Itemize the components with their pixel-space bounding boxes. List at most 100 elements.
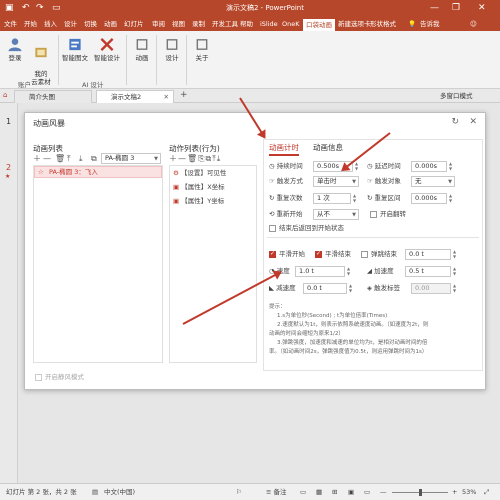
tab-presentation2[interactable]: 演示文稿2 ✕	[96, 90, 174, 103]
menu-home[interactable]: 开始	[24, 19, 37, 29]
accessibility-icon[interactable]: ⚐	[236, 484, 242, 500]
menu-record[interactable]: 录制	[192, 19, 205, 29]
restore-button[interactable]: ❐	[452, 1, 460, 15]
zoom-level[interactable]: 53%	[462, 484, 476, 500]
slide-number-2[interactable]: 2	[6, 163, 11, 172]
smart-graphic-button[interactable]: 智能图文	[60, 37, 90, 62]
present-icon[interactable]: ▭	[52, 2, 61, 14]
menu-view[interactable]: 视图	[172, 19, 185, 29]
share-icon[interactable]: ☺	[470, 19, 477, 29]
menu-transitions[interactable]: 切换	[84, 19, 97, 29]
language-status[interactable]: 中文(中国)	[104, 484, 135, 500]
menu-new-tab[interactable]: 新建选项卡	[338, 19, 371, 29]
about-button[interactable]: 关于	[190, 37, 214, 62]
action-toolbar[interactable]: ＋—🗑⎘⧉⤒⤓	[169, 154, 221, 163]
bounce-checkbox[interactable]	[361, 251, 368, 258]
menu-insert[interactable]: 插入	[44, 19, 57, 29]
tab-intro-header[interactable]: 简介头图	[14, 90, 92, 103]
accel-input[interactable]: 0.5 t	[405, 266, 451, 277]
menu-design[interactable]: 设计	[64, 19, 77, 29]
menu-help[interactable]: 帮助	[240, 19, 253, 29]
smooth-start-checkbox[interactable]	[269, 250, 276, 258]
spellcheck-icon[interactable]: ▤	[92, 484, 98, 500]
reading-view-icon[interactable]: ▣	[348, 484, 354, 500]
new-tab-button[interactable]: +	[180, 89, 188, 102]
slide-sorter-icon[interactable]: ⊞	[332, 484, 337, 500]
decel-spinner[interactable]: ▲ ▼	[347, 283, 354, 294]
zoom-in-icon[interactable]: +	[452, 484, 457, 500]
trigger-object-select[interactable]: 无 ▼	[411, 176, 455, 187]
zoom-slider-thumb[interactable]	[419, 489, 422, 496]
trigger-bookmark-input[interactable]: 0.00	[411, 283, 451, 294]
restart-select[interactable]: 从不 ▼	[313, 209, 359, 220]
speed-spinner[interactable]: ▲ ▼	[345, 266, 352, 277]
autoreverse-checkbox[interactable]	[370, 211, 377, 218]
slide-number-1[interactable]: 1	[6, 117, 11, 126]
anim-move-up-icon[interactable]: ⤒	[67, 154, 71, 163]
normal-view-icon[interactable]: ▦	[316, 484, 322, 500]
anim-move-down-icon[interactable]: ⤓	[79, 154, 83, 163]
save-icon[interactable]: ▣	[5, 2, 14, 14]
silent-mode-checkbox[interactable]	[35, 374, 42, 381]
zoom-out-icon[interactable]: —	[380, 484, 387, 500]
anim-copy-icon[interactable]: ⧉	[91, 154, 97, 163]
smooth-end-checkbox[interactable]	[315, 250, 322, 258]
tab-animation-info[interactable]: 动画信息	[313, 142, 343, 153]
bounce-spinner[interactable]: ▲ ▼	[451, 249, 458, 260]
notes-label: 备注	[273, 488, 287, 496]
trigger-select[interactable]: 单击时 ▼	[313, 176, 359, 187]
home-icon[interactable]: ⌂	[3, 91, 7, 99]
speed-input[interactable]: 1.0 t	[295, 266, 345, 277]
menu-slideshow[interactable]: 幻灯片	[124, 19, 144, 29]
decel-input[interactable]: 0.0 t	[303, 283, 347, 294]
login-button[interactable]: 登录	[4, 37, 26, 62]
anim-add-icon[interactable]: ＋	[33, 154, 41, 163]
notes-button[interactable]: ≡ 备注	[266, 484, 287, 500]
menu-file[interactable]: 文件	[4, 19, 17, 29]
design-button[interactable]: 设计	[160, 37, 184, 62]
fit-to-window-icon[interactable]: ⤢	[484, 484, 489, 500]
undo-icon[interactable]: ↶	[22, 2, 30, 14]
comments-icon[interactable]: ▭	[300, 484, 306, 500]
redo-icon[interactable]: ↷	[36, 2, 44, 14]
repeat-interval-input[interactable]: 0.000s	[411, 193, 447, 204]
minimize-button[interactable]: —	[430, 1, 439, 15]
anim-minus-icon[interactable]: —	[43, 154, 51, 163]
delay-input[interactable]: 0.000s	[411, 161, 447, 172]
bounce-input[interactable]: 0.0 t	[405, 249, 451, 260]
tab-animation-timing[interactable]: 动画计时	[269, 142, 299, 156]
refresh-icon[interactable]: ↻	[451, 117, 459, 127]
duration-label: ◷ 持续时间	[269, 162, 303, 170]
close-button[interactable]: ✕	[478, 1, 486, 15]
menu-islide[interactable]: iSlide	[260, 19, 278, 29]
action-item[interactable]: ⚙ 【设置】可见性	[173, 169, 226, 178]
animation-button[interactable]: 动画	[130, 37, 154, 62]
menu-pocket-animation[interactable]: 口袋动画	[302, 18, 336, 32]
dialog-close-icon[interactable]: ✕	[469, 117, 477, 127]
animation-list-item[interactable]: ☆ PA-椭圆 3：飞入	[34, 166, 162, 178]
menu-review[interactable]: 审阅	[152, 19, 165, 29]
trigger-bookmark-spinner[interactable]: ▲ ▼	[451, 283, 458, 294]
my-cloud-assets-button[interactable]: 我的 云素材	[28, 37, 54, 86]
menu-developer[interactable]: 开发工具	[212, 19, 238, 29]
repeat-input[interactable]: 1 次	[313, 193, 351, 204]
menu-onek[interactable]: OneK	[282, 19, 300, 29]
duration-spinner[interactable]: ▲ ▼	[353, 161, 360, 172]
repeat-spinner[interactable]: ▲ ▼	[351, 193, 358, 204]
rewind-checkbox[interactable]	[269, 225, 276, 232]
trigger-bookmark-label: ◈ 触发标签	[367, 284, 401, 292]
multi-window-toggle[interactable]: 多窗口模式	[440, 90, 473, 102]
anim-effect-select[interactable]: PA-椭圆 3 ▼	[101, 153, 161, 164]
menu-animations[interactable]: 动画	[104, 19, 117, 29]
slideshow-icon[interactable]: ▭	[364, 484, 370, 500]
tell-me[interactable]: 告诉我	[420, 19, 440, 29]
repeat-interval-spinner[interactable]: ▲ ▼	[447, 193, 454, 204]
action-item[interactable]: ▣ 【属性】X坐标	[173, 183, 225, 192]
accel-spinner[interactable]: ▲ ▼	[451, 266, 458, 277]
close-tab-icon[interactable]: ✕	[164, 91, 169, 103]
menu-shape-format[interactable]: 形状格式	[370, 19, 396, 29]
action-item[interactable]: ▣ 【属性】Y坐标	[173, 197, 224, 206]
smart-design-button[interactable]: 智能设计	[92, 37, 122, 62]
delay-spinner[interactable]: ▲ ▼	[447, 161, 454, 172]
anim-delete-icon[interactable]: 🗑	[55, 154, 65, 163]
